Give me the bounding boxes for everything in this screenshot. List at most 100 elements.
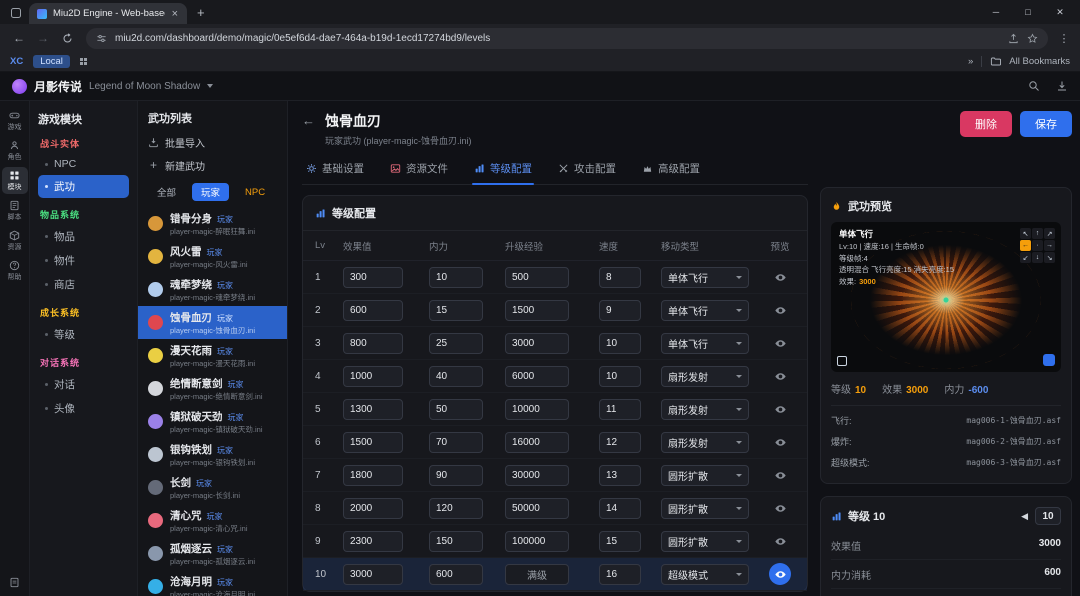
sidebar-item-level[interactable]: 等级 xyxy=(38,323,129,346)
sidebar-item-avatar[interactable]: 头像 xyxy=(38,397,129,420)
preview-eye-button[interactable] xyxy=(769,431,791,453)
speed-input[interactable] xyxy=(599,333,641,354)
browser-forward-button[interactable]: → xyxy=(32,27,54,49)
speed-input[interactable] xyxy=(599,267,641,288)
move-type-select[interactable]: 单体飞行 xyxy=(661,300,749,321)
preview-eye-button[interactable] xyxy=(769,464,791,486)
delete-button[interactable]: 删除 xyxy=(960,111,1012,137)
batch-import-button[interactable]: 批量导入 xyxy=(138,131,287,154)
tab-basic-settings[interactable]: 基础设置 xyxy=(304,155,366,184)
rail-bottom-item[interactable] xyxy=(2,574,28,590)
rail-item-role[interactable]: 角色 xyxy=(2,137,28,164)
exp-input[interactable] xyxy=(505,333,569,354)
filter-player[interactable]: 玩家 xyxy=(192,183,229,201)
move-type-select[interactable]: 单体飞行 xyxy=(661,267,749,288)
move-type-select[interactable]: 超级模式 xyxy=(661,564,749,585)
direction-cell[interactable]: → xyxy=(1044,240,1055,251)
bookmark-item-local[interactable]: Local xyxy=(33,55,70,68)
magic-list-item[interactable]: 绝情断意剑 玩家 player-magic-绝情断意剑.ini xyxy=(138,372,287,405)
magic-list-item[interactable]: 孤烟逐云 玩家 player-magic-孤烟逐云.ini xyxy=(138,537,287,570)
browser-menu-icon[interactable]: ⋮ xyxy=(1056,32,1072,45)
mp-input[interactable] xyxy=(429,399,483,420)
magic-list-item[interactable]: 清心咒 玩家 player-magic-清心咒.ini xyxy=(138,504,287,537)
preview-eye-button[interactable] xyxy=(769,398,791,420)
effect-input[interactable] xyxy=(343,366,403,387)
tab-attack-config[interactable]: 攻击配置 xyxy=(556,155,618,184)
direction-cell[interactable]: ← xyxy=(1020,240,1031,251)
exp-input[interactable] xyxy=(505,300,569,321)
download-icon[interactable] xyxy=(1056,80,1068,92)
mp-input[interactable] xyxy=(429,366,483,387)
apps-grid-icon[interactable] xyxy=(80,58,88,66)
direction-cell[interactable]: ↖ xyxy=(1020,228,1031,239)
sidebar-item-magic[interactable]: 武功 xyxy=(38,175,129,198)
move-type-select[interactable]: 圆形扩散 xyxy=(661,465,749,486)
sidebar-item-npc[interactable]: NPC xyxy=(38,154,129,174)
search-icon[interactable] xyxy=(1028,80,1040,92)
move-type-select[interactable]: 圆形扩散 xyxy=(661,531,749,552)
viewport-fullscreen-icon[interactable] xyxy=(1043,354,1055,366)
all-bookmarks-label[interactable]: All Bookmarks xyxy=(1009,56,1070,67)
direction-cell[interactable]: ↘ xyxy=(1044,252,1055,263)
preview-eye-button[interactable] xyxy=(769,266,791,288)
exp-input[interactable] xyxy=(505,564,569,585)
exp-input[interactable] xyxy=(505,432,569,453)
browser-tab[interactable]: Miu2D Engine - Web-based 2D × xyxy=(29,3,187,24)
speed-input[interactable] xyxy=(599,399,641,420)
move-type-select[interactable]: 扇形发射 xyxy=(661,432,749,453)
magic-list-item[interactable]: 蚀骨血刃 玩家 player-magic-蚀骨血刃.ini xyxy=(138,306,287,339)
tab-close-icon[interactable]: × xyxy=(171,8,179,20)
speed-input[interactable] xyxy=(599,300,641,321)
rail-item-game[interactable]: 游戏 xyxy=(2,107,28,134)
rail-item-script[interactable]: 脚本 xyxy=(2,197,28,224)
move-type-select[interactable]: 圆形扩散 xyxy=(661,498,749,519)
effect-input[interactable] xyxy=(343,564,403,585)
filter-all[interactable]: 全部 xyxy=(148,183,185,201)
mp-input[interactable] xyxy=(429,465,483,486)
preview-eye-button[interactable] xyxy=(769,365,791,387)
sidebar-item-shop[interactable]: 商店 xyxy=(38,273,129,296)
rail-item-assets[interactable]: 资源 xyxy=(2,227,28,254)
preview-eye-button[interactable] xyxy=(769,530,791,552)
mp-input[interactable] xyxy=(429,267,483,288)
mp-input[interactable] xyxy=(429,498,483,519)
address-bar[interactable]: miu2d.com/dashboard/demo/magic/0e5ef6d4-… xyxy=(86,28,1048,49)
viewport-frame-icon[interactable] xyxy=(837,356,847,366)
speed-input[interactable] xyxy=(599,564,641,585)
direction-cell[interactable]: · xyxy=(1032,240,1043,251)
prev-level-button[interactable]: ◀ xyxy=(1021,511,1028,522)
send-to-device-icon[interactable] xyxy=(1008,33,1019,44)
magic-list-item[interactable]: 镇狱破天劲 玩家 player-magic-镇狱破天劲.ini xyxy=(138,405,287,438)
exp-input[interactable] xyxy=(505,465,569,486)
bookmarks-overflow-icon[interactable]: » xyxy=(968,56,973,67)
preview-eye-button[interactable] xyxy=(769,563,791,585)
effect-input[interactable] xyxy=(343,498,403,519)
browser-back-button[interactable]: ← xyxy=(8,27,30,49)
back-arrow-button[interactable]: ← xyxy=(302,113,315,128)
speed-input[interactable] xyxy=(599,432,641,453)
effect-input[interactable] xyxy=(343,432,403,453)
preview-eye-button[interactable] xyxy=(769,332,791,354)
exp-input[interactable] xyxy=(505,531,569,552)
window-minimize-button[interactable]: ─ xyxy=(980,7,1012,17)
sidebar-item-goods[interactable]: 物品 xyxy=(38,225,129,248)
site-info-icon[interactable] xyxy=(96,33,107,44)
tab-resource-files[interactable]: 资源文件 xyxy=(388,155,450,184)
magic-list-item[interactable]: 漫天花雨 玩家 player-magic-漫天花雨.ini xyxy=(138,339,287,372)
magic-list-item[interactable]: 银钩铁划 玩家 player-magic-银钩铁划.ini xyxy=(138,438,287,471)
mp-input[interactable] xyxy=(429,333,483,354)
exp-input[interactable] xyxy=(505,366,569,387)
direction-pad[interactable]: ↖↑↗←·→↙↓↘ xyxy=(1020,228,1055,263)
tab-level-config[interactable]: 等级配置 xyxy=(472,155,534,184)
exp-input[interactable] xyxy=(505,399,569,420)
effect-input[interactable] xyxy=(343,465,403,486)
project-title[interactable]: 月影传说 xyxy=(34,78,82,95)
filter-npc[interactable]: NPC xyxy=(236,185,274,200)
chevron-down-icon[interactable] xyxy=(207,84,213,88)
direction-cell[interactable]: ↙ xyxy=(1020,252,1031,263)
move-type-select[interactable]: 扇形发射 xyxy=(661,399,749,420)
direction-cell[interactable]: ↑ xyxy=(1032,228,1043,239)
sidebar-item-objects[interactable]: 物件 xyxy=(38,249,129,272)
mp-input[interactable] xyxy=(429,564,483,585)
move-type-select[interactable]: 扇形发射 xyxy=(661,366,749,387)
